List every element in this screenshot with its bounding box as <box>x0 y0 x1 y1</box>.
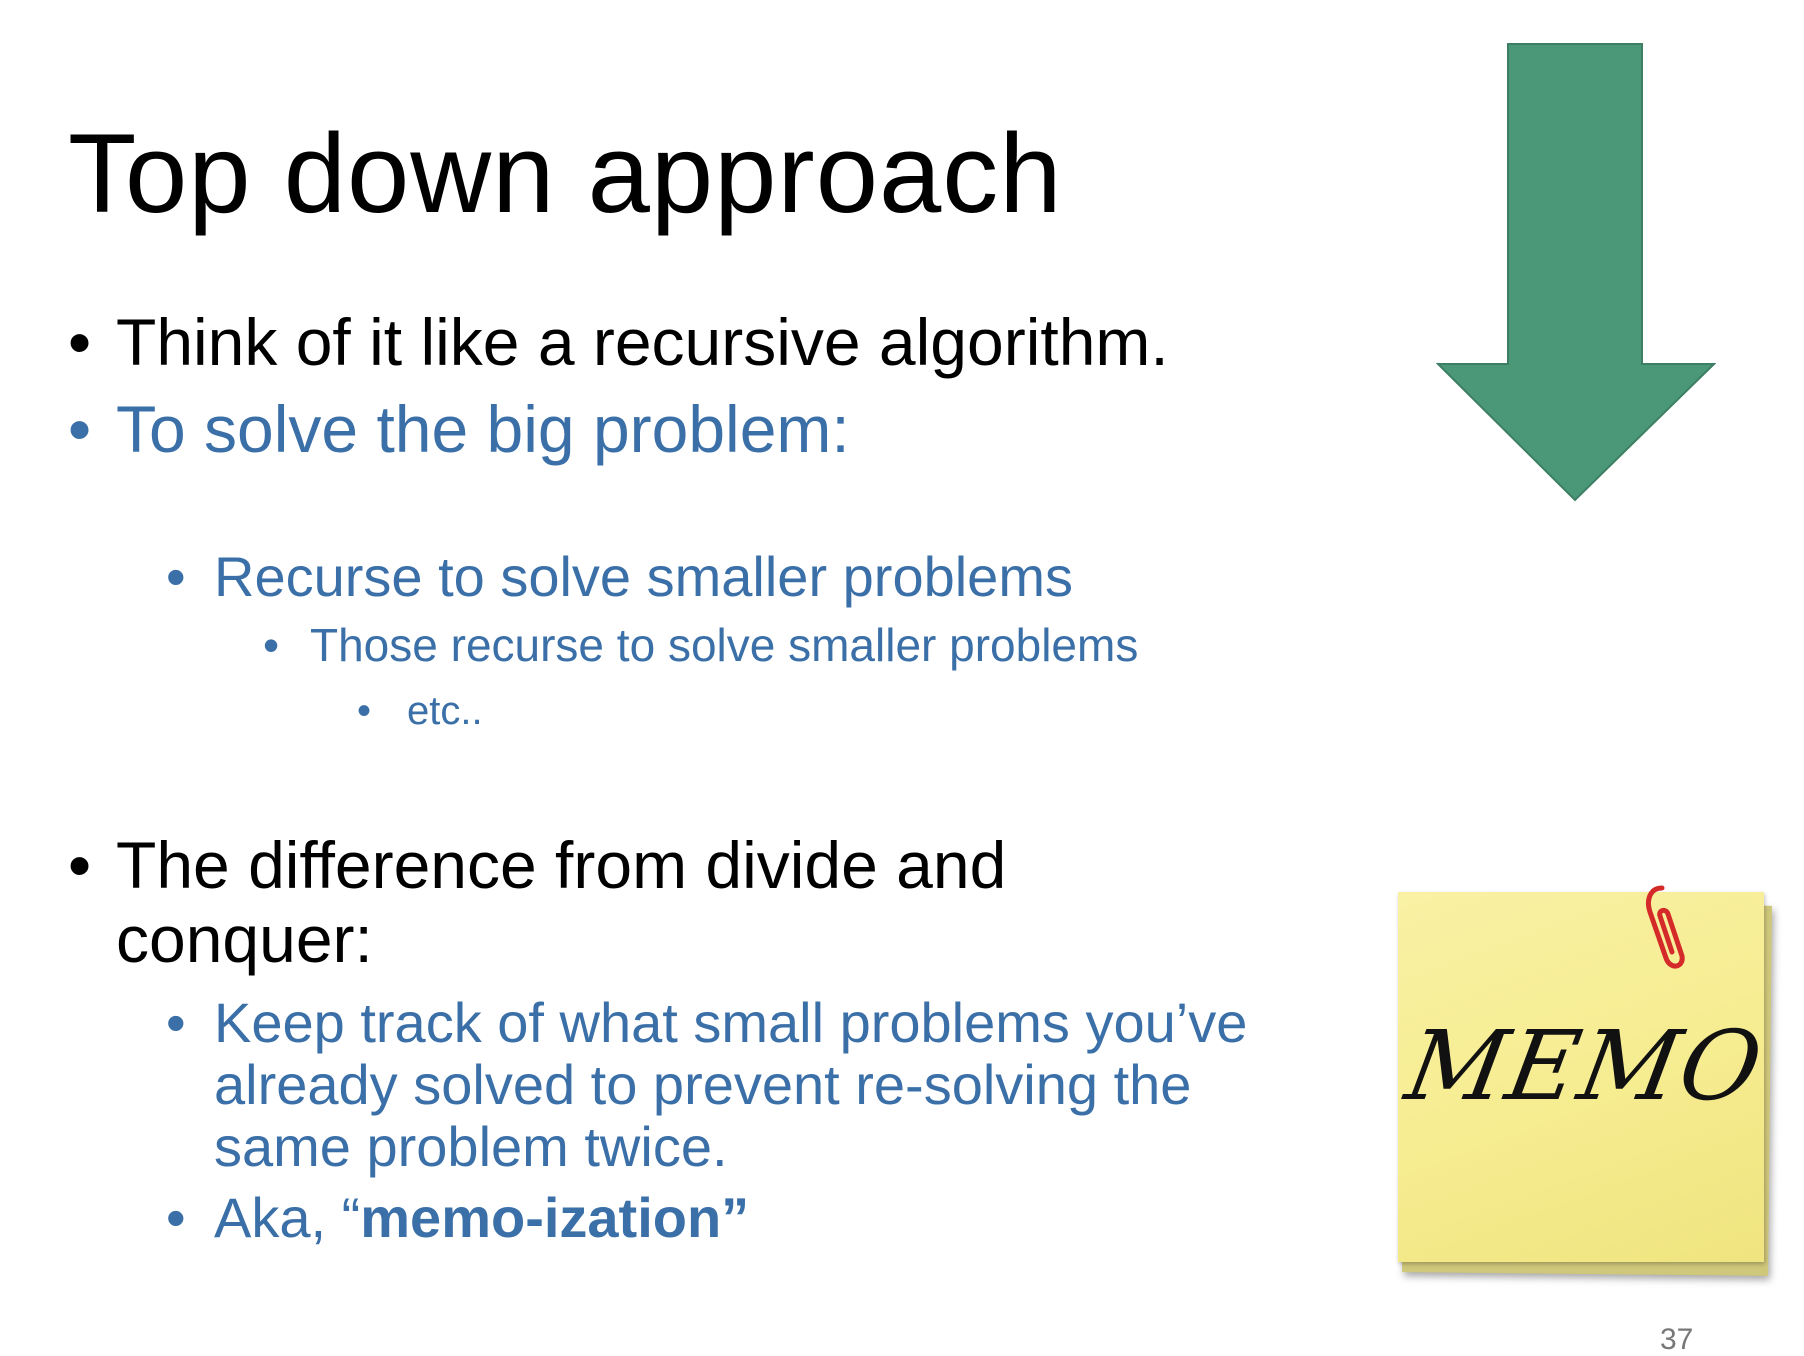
sub-sub-bullet-1: • Those recurse to solve smaller problem… <box>263 619 1363 671</box>
page-number: 37 <box>1660 1323 1694 1356</box>
bullet-dot: • <box>263 619 280 671</box>
bullet-dot: • <box>166 991 186 1054</box>
bullet-dot: • <box>166 545 186 608</box>
sub-bullet-2: • Keep track of what small problems you’… <box>166 992 1416 1182</box>
bullet-dot: • <box>357 689 372 733</box>
bullet-1: • Think of it like a recursive algorithm… <box>68 305 1368 379</box>
bullet-dot: • <box>68 305 92 379</box>
sub-bullet-3: • Aka, “memo-ization” <box>166 1187 1066 1249</box>
sub-sub-sub-bullet-1: • etc.. <box>357 688 857 734</box>
bullet-dot: • <box>68 828 92 902</box>
bullet-3: • The difference from divide and conquer… <box>68 828 1368 978</box>
bullet-dot: • <box>166 1186 186 1249</box>
sub-bullet-1: • Recurse to solve smaller problems <box>166 546 1366 608</box>
bullet-dot: • <box>68 392 92 466</box>
bullet-text: Recurse to solve smaller problems <box>214 545 1073 608</box>
paperclip-icon <box>1646 885 1685 969</box>
down-arrow-icon <box>1436 43 1716 502</box>
sticky-note-icon: MEMO <box>1390 880 1780 1285</box>
bullet-text: Think of it like a recursive algorithm. <box>116 305 1169 379</box>
bullet-text: etc.. <box>407 689 483 733</box>
memoization-term: memo-ization” <box>360 1186 750 1249</box>
slide: Top down approach • Think of it like a r… <box>0 0 1804 1355</box>
bullet-text-line-2: already solved to prevent re-solving the <box>214 1053 1192 1116</box>
bullet-text-line-1: The difference from divide and <box>116 828 1007 902</box>
bullet-text: Those recurse to solve smaller problems <box>310 619 1139 671</box>
bullet-text-line-2: conquer: <box>116 902 373 976</box>
bullet-2: • To solve the big problem: <box>68 392 1368 466</box>
memo-label: MEMO <box>1398 1010 1772 1122</box>
bullet-text-line-1: Keep track of what small problems you’ve <box>214 991 1248 1054</box>
slide-title: Top down approach <box>68 111 1063 236</box>
aka-prefix: Aka, “ <box>214 1186 361 1249</box>
bullet-text: Aka, “memo-ization” <box>214 1187 749 1249</box>
bullet-text-line-3: same problem twice. <box>214 1115 728 1178</box>
bullet-text: To solve the big problem: <box>116 392 850 466</box>
